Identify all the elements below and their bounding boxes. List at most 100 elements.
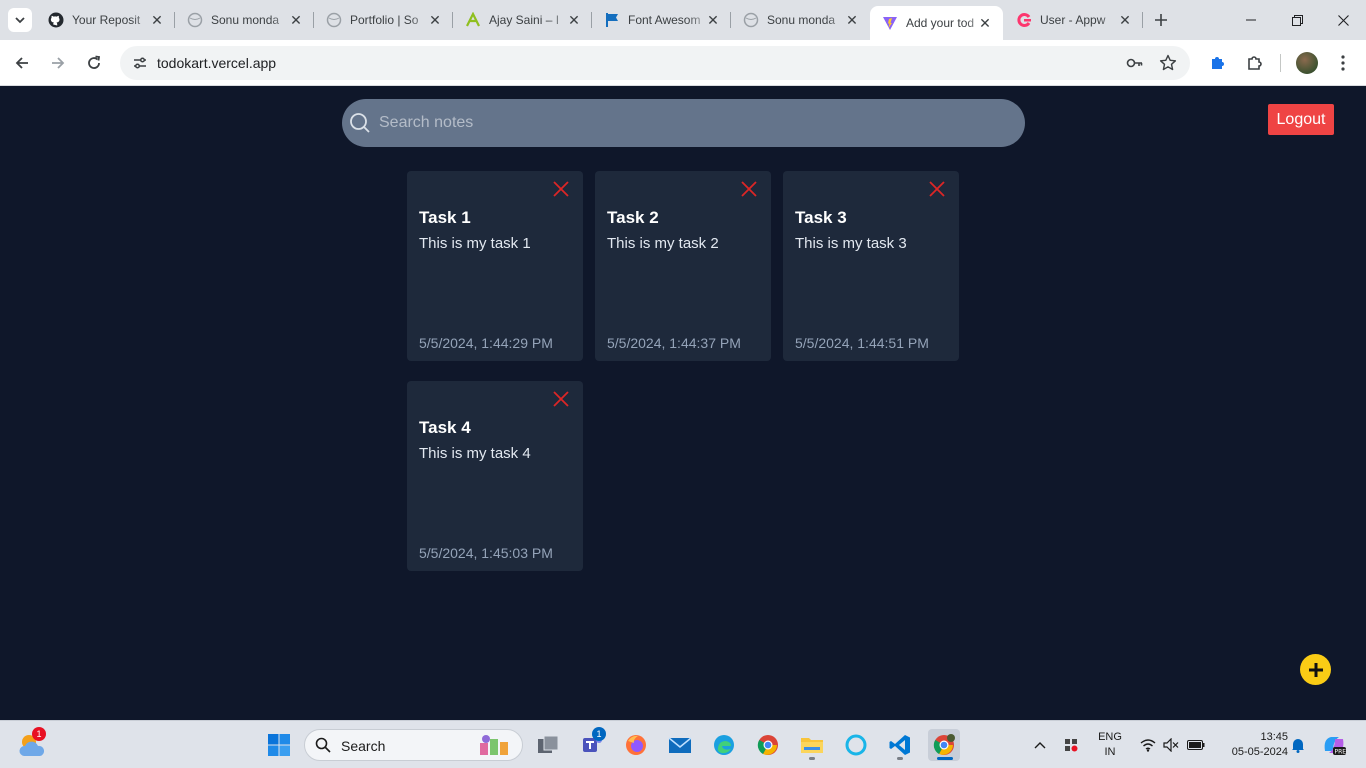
note-date: 5/5/2024, 1:45:03 PM [419, 545, 553, 561]
close-tab-icon[interactable]: ✕ [1117, 12, 1133, 28]
avatar [1296, 52, 1318, 74]
close-tab-icon[interactable]: ✕ [844, 12, 860, 28]
teams-badge: 1 [592, 727, 606, 741]
edge-button[interactable] [708, 729, 740, 761]
delete-note-icon[interactable] [739, 179, 759, 199]
close-tab-icon[interactable]: ✕ [705, 12, 721, 28]
note-title: Task 2 [607, 208, 659, 227]
volume-button[interactable] [1161, 721, 1181, 768]
cortana-button[interactable] [840, 729, 872, 761]
appwrite-icon [1016, 12, 1032, 28]
tab-search-button[interactable] [8, 8, 32, 32]
address-bar[interactable]: todokart.vercel.app [120, 46, 1190, 80]
clock-date: 05-05-2024 [1231, 746, 1288, 758]
search-icon [348, 111, 372, 135]
taskbar-search[interactable]: Search [304, 729, 523, 761]
chevron-down-icon [15, 17, 25, 24]
tray-app-icon [1065, 739, 1078, 752]
restore-icon [1291, 14, 1303, 26]
profile-avatar-button[interactable] [1292, 48, 1322, 78]
chrome-profile-icon [933, 734, 955, 755]
close-tab-icon[interactable]: ✕ [149, 12, 165, 28]
tab-title: Ajay Saini – I [489, 13, 560, 27]
close-window-button[interactable] [1320, 0, 1366, 40]
notifications-button[interactable] [1288, 721, 1308, 768]
task-view-button[interactable] [532, 729, 564, 761]
browser-tab[interactable]: Your Reposit ✕ [36, 0, 175, 40]
mail-icon [668, 737, 692, 753]
tray-app-button[interactable] [1060, 721, 1082, 768]
system-clock[interactable]: 13:45 05-05-2024 [1216, 730, 1288, 760]
chevron-up-icon [1034, 742, 1046, 749]
volume-muted-icon [1163, 738, 1179, 752]
copilot-button[interactable]: PRE [1318, 721, 1350, 768]
note-body: This is my task 1 [419, 235, 531, 252]
browser-tab[interactable]: User - Appw ✕ [1004, 0, 1143, 40]
new-tab-button[interactable] [1150, 9, 1172, 31]
close-tab-icon[interactable]: ✕ [977, 15, 993, 31]
back-button[interactable] [6, 47, 38, 79]
extensions-menu-button[interactable] [1240, 48, 1270, 78]
note-date: 5/5/2024, 1:44:37 PM [607, 335, 741, 351]
delete-note-icon[interactable] [551, 389, 571, 409]
battery-button[interactable] [1185, 721, 1207, 768]
reload-button[interactable] [78, 47, 110, 79]
restore-button[interactable] [1274, 0, 1320, 40]
firefox-button[interactable] [620, 729, 652, 761]
note-card: Task 3 This is my task 3 5/5/2024, 1:44:… [783, 171, 959, 361]
search-bar[interactable] [342, 99, 1025, 147]
browser-tab[interactable]: Sonu monda ✕ [175, 0, 314, 40]
close-icon [1337, 14, 1349, 26]
ajay-logo-icon [465, 12, 481, 28]
running-indicator [897, 757, 903, 760]
globe-icon [326, 12, 342, 28]
show-hidden-icons-button[interactable] [1030, 721, 1050, 768]
vscode-button[interactable] [884, 729, 916, 761]
cortana-icon [845, 734, 867, 756]
wifi-button[interactable] [1138, 721, 1158, 768]
search-input[interactable] [379, 99, 999, 147]
search-icon [315, 737, 331, 758]
copilot-icon: PRE [1324, 737, 1346, 756]
note-card: Task 2 This is my task 2 5/5/2024, 1:44:… [595, 171, 771, 361]
browser-tab[interactable]: Ajay Saini – I ✕ [453, 0, 592, 40]
delete-note-icon[interactable] [927, 179, 947, 199]
tab-title: Your Reposit [72, 13, 141, 27]
site-info-icon[interactable] [128, 51, 152, 75]
windows-start-icon [268, 734, 290, 756]
tab-title: Font Awesom [628, 13, 701, 27]
logout-button[interactable]: Logout [1268, 104, 1334, 135]
start-button[interactable] [263, 729, 295, 761]
edge-icon [714, 735, 734, 755]
browser-tab[interactable]: Font Awesom ✕ [592, 0, 731, 40]
close-tab-icon[interactable]: ✕ [427, 12, 443, 28]
file-explorer-button[interactable] [796, 729, 828, 761]
chrome-button[interactable] [752, 729, 784, 761]
search-highlight-icon [478, 733, 514, 757]
add-note-button[interactable] [1300, 654, 1331, 685]
puzzle-icon [1248, 56, 1262, 70]
arrow-right-icon [52, 57, 65, 69]
close-tab-icon[interactable]: ✕ [288, 12, 304, 28]
browser-tab[interactable]: Sonu monda ✕ [731, 0, 870, 40]
bookmark-star-icon[interactable] [1158, 53, 1178, 73]
delete-note-icon[interactable] [551, 179, 571, 199]
browser-tab-active[interactable]: Add your tod ✕ [870, 6, 1003, 40]
language-indicator[interactable]: ENG IN [1096, 730, 1124, 760]
browser-tab[interactable]: Portfolio | So ✕ [314, 0, 453, 40]
windows-taskbar: 1 Search 1 ENG IN 13:45 05-05-2024 PRE [0, 720, 1366, 768]
github-icon [48, 12, 64, 28]
close-tab-icon[interactable]: ✕ [566, 12, 582, 28]
chrome-profile-button[interactable] [928, 729, 960, 761]
extension-puzzle-button[interactable] [1203, 48, 1233, 78]
forward-button[interactable] [42, 47, 74, 79]
note-date: 5/5/2024, 1:44:51 PM [795, 335, 929, 351]
password-key-icon[interactable] [1125, 53, 1145, 73]
minimize-button[interactable] [1228, 0, 1274, 40]
more-vert-icon [1341, 55, 1345, 71]
mail-button[interactable] [664, 729, 696, 761]
note-body: This is my task 2 [607, 235, 719, 252]
browser-menu-button[interactable] [1328, 48, 1358, 78]
note-body: This is my task 4 [419, 445, 531, 462]
clock-time: 13:45 [1260, 731, 1288, 743]
